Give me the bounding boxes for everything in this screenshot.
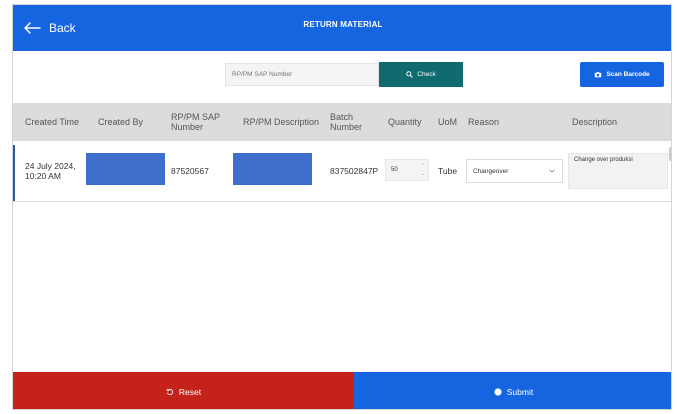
description-textarea[interactable]: Change over produksi [568, 153, 668, 189]
scan-barcode-label: Scan Barcode [606, 71, 650, 78]
check-button[interactable]: Check [379, 62, 463, 87]
quantity-value: 50 [391, 167, 398, 173]
scrollbar[interactable] [669, 147, 671, 161]
submit-label: Submit [506, 386, 534, 397]
column-material-description: RP/PM Description [243, 117, 320, 127]
submit-button[interactable]: Submit [354, 372, 671, 409]
page-title: RETURN MATERIAL [303, 20, 383, 29]
material-description-redacted [233, 153, 312, 185]
table-row[interactable]: 24 July 2024, 10:20 AM 87520567 83750284… [13, 145, 671, 202]
row-selection-indicator [13, 145, 15, 201]
column-uom: UoM [438, 117, 458, 127]
camera-icon [595, 71, 602, 78]
batch-number-cell: 837502847P [330, 166, 379, 176]
uom-cell: Tube [438, 166, 458, 176]
table-header: Created Time Created By RP/PM SAP Number… [13, 103, 671, 141]
column-created-time: Created Time [25, 117, 80, 127]
reason-select[interactable]: Changeover [466, 159, 563, 183]
sap-number-cell: 87520567 [171, 166, 209, 176]
reset-label: Reset [178, 386, 202, 397]
column-description: Description [572, 117, 618, 127]
column-sap-number: RP/PM SAP Number [171, 112, 220, 132]
reset-icon [166, 388, 173, 395]
search-icon [406, 71, 414, 78]
column-created-by: Created By [98, 117, 144, 127]
column-batch-number: Batch Number [330, 112, 363, 132]
reset-button[interactable]: Reset [13, 372, 354, 409]
check-label: Check [417, 71, 436, 78]
created-by-redacted [86, 153, 165, 185]
chevron-down-icon [549, 169, 555, 173]
submit-dot-icon [494, 387, 502, 396]
quantity-stepper[interactable]: 50 ⌃ ⌄ [385, 159, 429, 181]
created-time-cell: 24 July 2024, 10:20 AM [25, 161, 76, 181]
reason-value: Changeover [473, 167, 509, 175]
column-quantity: Quantity [388, 117, 422, 127]
app-frame: Back RETURN MATERIAL Check Scan Barcode … [12, 4, 672, 410]
top-bar: Back RETURN MATERIAL [13, 5, 671, 51]
column-reason: Reason [468, 117, 500, 127]
scan-barcode-button[interactable]: Scan Barcode [580, 62, 664, 87]
sap-number-input[interactable] [225, 63, 379, 86]
stepper-arrows-icon[interactable]: ⌃ ⌄ [421, 162, 425, 178]
